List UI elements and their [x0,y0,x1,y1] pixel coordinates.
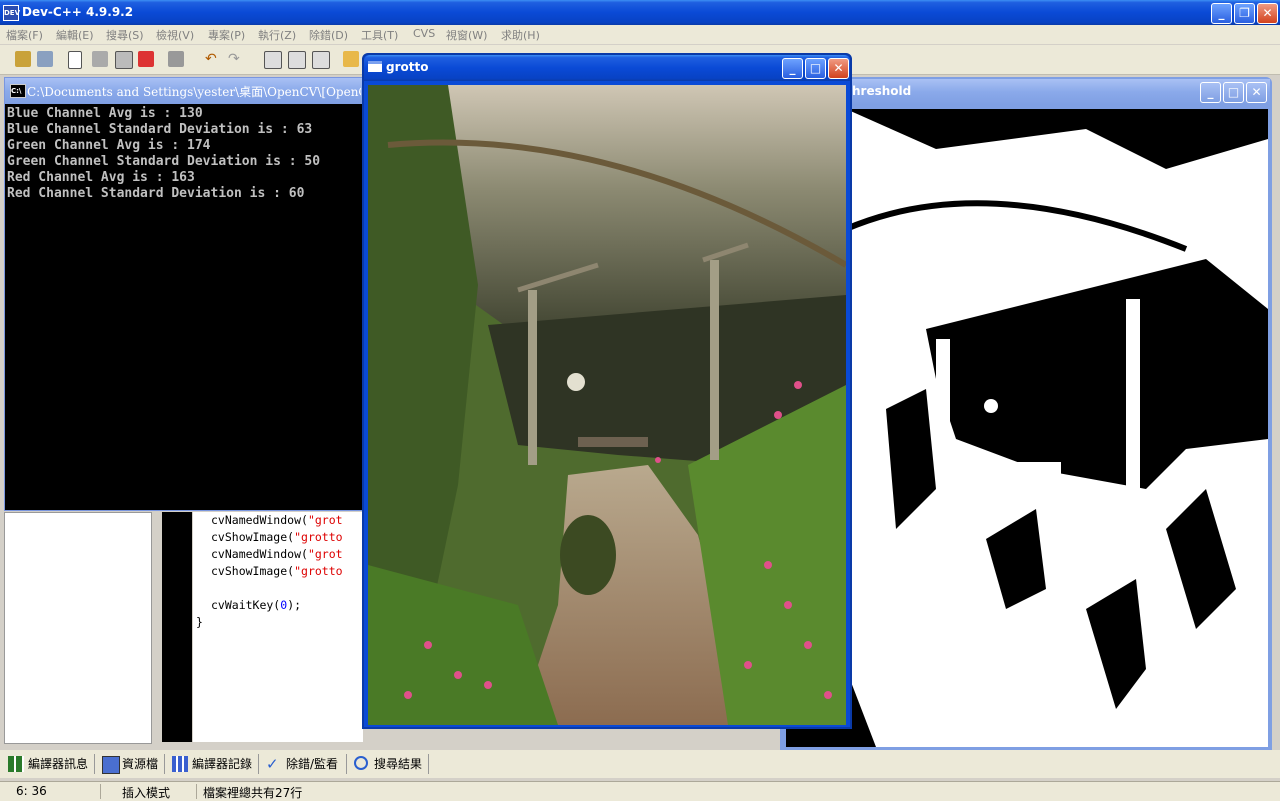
menu-bar: 檔案(F) 編輯(E) 搜尋(S) 檢視(V) 專案(P) 執行(Z) 除錯(D… [0,25,1280,44]
minimize-button[interactable]: _ [1211,3,1232,24]
goto-icon[interactable] [343,51,359,67]
check-icon: ✓ [266,755,279,773]
code-line: cvNamedWindow("grot [211,547,343,561]
tab-resources[interactable]: 資源檔 [100,754,158,774]
find-next-icon[interactable] [312,51,330,69]
grotto-title-bar[interactable]: grotto _ □ ✕ [364,55,850,81]
grotto-minimize-button[interactable]: _ [782,58,803,79]
code-editor[interactable]: cvNamedWindow("grot cvShowImage("grotto … [193,512,363,742]
menu-help[interactable]: 求助(H) [501,27,540,43]
menu-edit[interactable]: 編輯(E) [56,27,94,43]
tab-search-results[interactable]: 搜尋結果 [352,754,422,774]
tab-separator [346,754,347,774]
console-line: Green Channel Standard Deviation is : 50 [7,154,321,169]
close-button[interactable]: ✕ [1257,3,1278,24]
menu-window[interactable]: 視窗(W) [446,27,487,43]
grotto-image [368,85,846,725]
app-title-bar[interactable]: DEV Dev-C++ 4.9.9.2 _ ❐ ✕ [0,0,1280,25]
grotto-title: grotto [386,60,429,74]
console-title: C:\Documents and Settings\yester\桌面\Open… [27,85,361,99]
console-title-bar[interactable]: C:\ C:\Documents and Settings\yester\桌面\… [5,78,365,104]
threshold-image [786,109,1268,747]
console-line: Blue Channel Avg is : 130 [7,106,203,121]
threshold-title-bar[interactable]: hreshold _ □ ✕ [782,79,1270,105]
menu-tools[interactable]: 工具(T) [361,27,398,43]
insert-mode: 插入模式 [122,786,171,800]
threshold-close-button[interactable]: ✕ [1246,82,1267,103]
threshold-minimize-button[interactable]: _ [1200,82,1221,103]
tab-compile-log[interactable]: 編譯器記錄 [170,754,252,774]
class-icon[interactable] [37,51,53,67]
find-icon[interactable] [264,51,282,69]
project-icon[interactable] [15,51,31,67]
save-icon[interactable] [92,51,108,67]
status-separator [196,784,197,799]
restore-button[interactable]: ❐ [1234,3,1255,24]
code-line: cvNamedWindow("grot [211,513,343,527]
project-browser[interactable] [4,512,152,744]
tab-separator [428,754,429,774]
app-title: Dev-C++ 4.9.9.2 [22,5,134,19]
tab-label: 搜尋結果 [374,757,423,771]
console-line: Red Channel Standard Deviation is : 60 [7,186,305,201]
console-output: Blue Channel Avg is : 130 Blue Channel S… [7,106,365,510]
tab-separator [164,754,165,774]
menu-search[interactable]: 搜尋(S) [106,27,144,43]
search-icon [354,756,368,770]
cursor-position: 6: 36 [16,784,47,798]
menu-file[interactable]: 檔案(F) [6,27,43,43]
undo-icon[interactable]: ↶ [205,51,221,67]
console-icon: C:\ [10,84,26,98]
console-window[interactable]: C:\ C:\Documents and Settings\yester\桌面\… [4,77,366,511]
window-icon [368,61,382,72]
editor-gutter [162,512,192,742]
save-all-icon[interactable] [115,51,133,69]
code-line: } [196,615,203,629]
tab-label: 編譯器訊息 [28,757,89,771]
devcpp-icon: DEV [3,5,20,21]
replace-icon[interactable] [288,51,306,69]
menu-debug[interactable]: 除錯(D) [309,27,348,43]
menu-project[interactable]: 專案(P) [208,27,245,43]
threshold-title: hreshold [852,84,912,98]
code-line: cvShowImage("grotto [211,564,343,578]
tab-label: 除錯/監看 [286,757,339,771]
tab-debug-watch[interactable]: ✓ 除錯/監看 [264,754,338,774]
code-line: cvWaitKey(0); [211,598,302,612]
new-file-icon[interactable] [68,51,82,69]
grid-icon [8,756,24,772]
print-icon[interactable] [168,51,184,67]
redo-icon[interactable]: ↷ [228,51,244,67]
status-separator [100,784,101,799]
tab-label: 編譯器記錄 [192,757,253,771]
menu-view[interactable]: 檢視(V) [156,27,194,43]
menu-execute[interactable]: 執行(Z) [258,27,296,43]
grotto-maximize-button[interactable]: □ [805,58,826,79]
tab-separator [94,754,95,774]
menu-cvs[interactable]: CVS [413,27,435,40]
grotto-window[interactable]: grotto _ □ ✕ [362,53,852,729]
console-line: Blue Channel Standard Deviation is : 63 [7,122,313,137]
console-line: Green Channel Avg is : 174 [7,138,211,153]
threshold-maximize-button[interactable]: □ [1223,82,1244,103]
console-line: Red Channel Avg is : 163 [7,170,195,185]
file-line-count: 檔案裡總共有27行 [203,786,303,800]
tab-compiler-messages[interactable]: 編譯器訊息 [6,754,88,774]
status-bar: 6: 36 插入模式 檔案裡總共有27行 [0,781,1280,801]
tab-label: 資源檔 [122,757,159,771]
chart-icon [172,756,188,772]
code-line: cvShowImage("grotto [211,530,343,544]
resource-icon [102,756,120,774]
grotto-close-button[interactable]: ✕ [828,58,849,79]
threshold-window[interactable]: hreshold _ □ ✕ [780,77,1272,751]
tab-separator [258,754,259,774]
close-file-icon[interactable] [138,51,154,67]
bottom-panel-tabs: 編譯器訊息 資源檔 編譯器記錄 ✓ 除錯/監看 搜尋結果 [0,750,1280,778]
